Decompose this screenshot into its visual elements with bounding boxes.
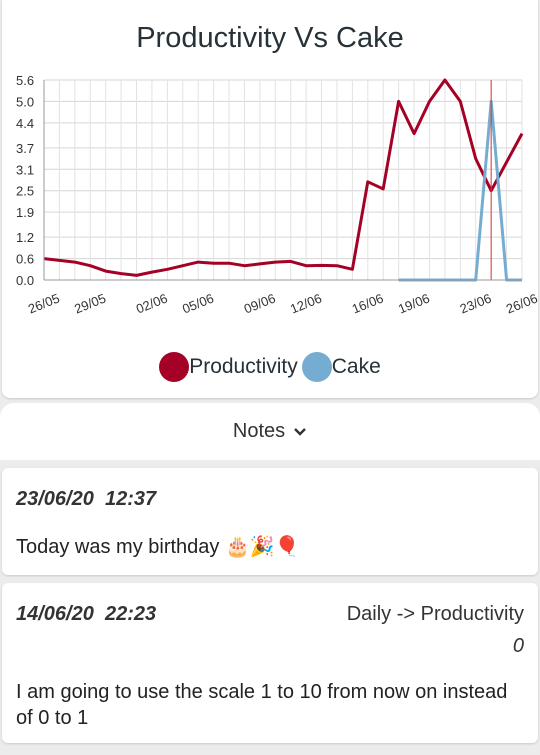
y-tick-label: 5.0	[16, 94, 34, 109]
x-tick-label: 23/06	[458, 290, 494, 316]
chart-card: Productivity Vs Cake 0.0 0.6 1.2 1.9 2.5 3.1 3…	[2, 0, 538, 398]
legend-cake-label: Cake	[331, 355, 381, 378]
line-chart: 0.0 0.6 1.2 1.9 2.5 3.1 3.7 4.4 5.0 5.6 26/05 29/05…	[16, 73, 538, 317]
chevron-down-icon	[294, 427, 306, 436]
note-text: Today was my birthday 🎂🎉🎈	[16, 536, 300, 558]
y-tick-label: 0.6	[16, 252, 34, 267]
y-tick-label: 3.7	[16, 141, 34, 156]
y-tick-label: 1.2	[16, 230, 34, 245]
legend-item-productivity[interactable]: Productivity	[159, 352, 298, 382]
x-tick-label: 19/06	[396, 290, 432, 316]
note-card[interactable]: 14/06/20 22:23 Daily -> Productivity 0 I…	[2, 583, 538, 743]
x-tick-label: 12/06	[288, 290, 324, 316]
note-date: 23/06/20 12:37	[16, 488, 157, 510]
y-tick-label: 1.9	[16, 205, 34, 220]
legend-item-cake[interactable]: Cake	[301, 352, 381, 382]
legend-productivity-dot	[159, 352, 190, 382]
legend-cake-dot	[301, 352, 332, 382]
x-tick-label: 29/05	[72, 290, 108, 316]
x-tick-label: 02/06	[134, 290, 170, 316]
series-line-productivity	[43, 78, 524, 277]
y-tick-label: 0.0	[16, 273, 34, 288]
notes-header-label: Notes	[232, 420, 286, 442]
y-tick-label: 3.1	[16, 162, 34, 177]
notes-toggle[interactable]: Notes	[0, 403, 540, 460]
note-value: 0	[512, 635, 524, 657]
y-tick-label: 5.6	[16, 73, 34, 88]
y-tick-label: 2.5	[16, 184, 34, 199]
x-tick-label: 05/06	[180, 290, 216, 316]
chart-legend: Productivity Cake	[2, 352, 538, 382]
x-tick-label: 26/05	[26, 290, 62, 316]
x-tick-label: 26/06	[504, 290, 538, 316]
note-date: 14/06/20 22:23	[16, 603, 157, 625]
x-tick-label: 16/06	[350, 290, 386, 316]
note-tracker: Daily -> Productivity	[346, 603, 524, 625]
y-tick-label: 4.4	[16, 116, 34, 131]
x-tick-label: 09/06	[242, 290, 278, 316]
legend-productivity-label: Productivity	[189, 355, 298, 378]
note-text: I am going to use the scale 1 to 10 from…	[16, 681, 508, 729]
note-card[interactable]: 23/06/20 12:37 Today was my birthday 🎂🎉🎈	[2, 468, 538, 575]
